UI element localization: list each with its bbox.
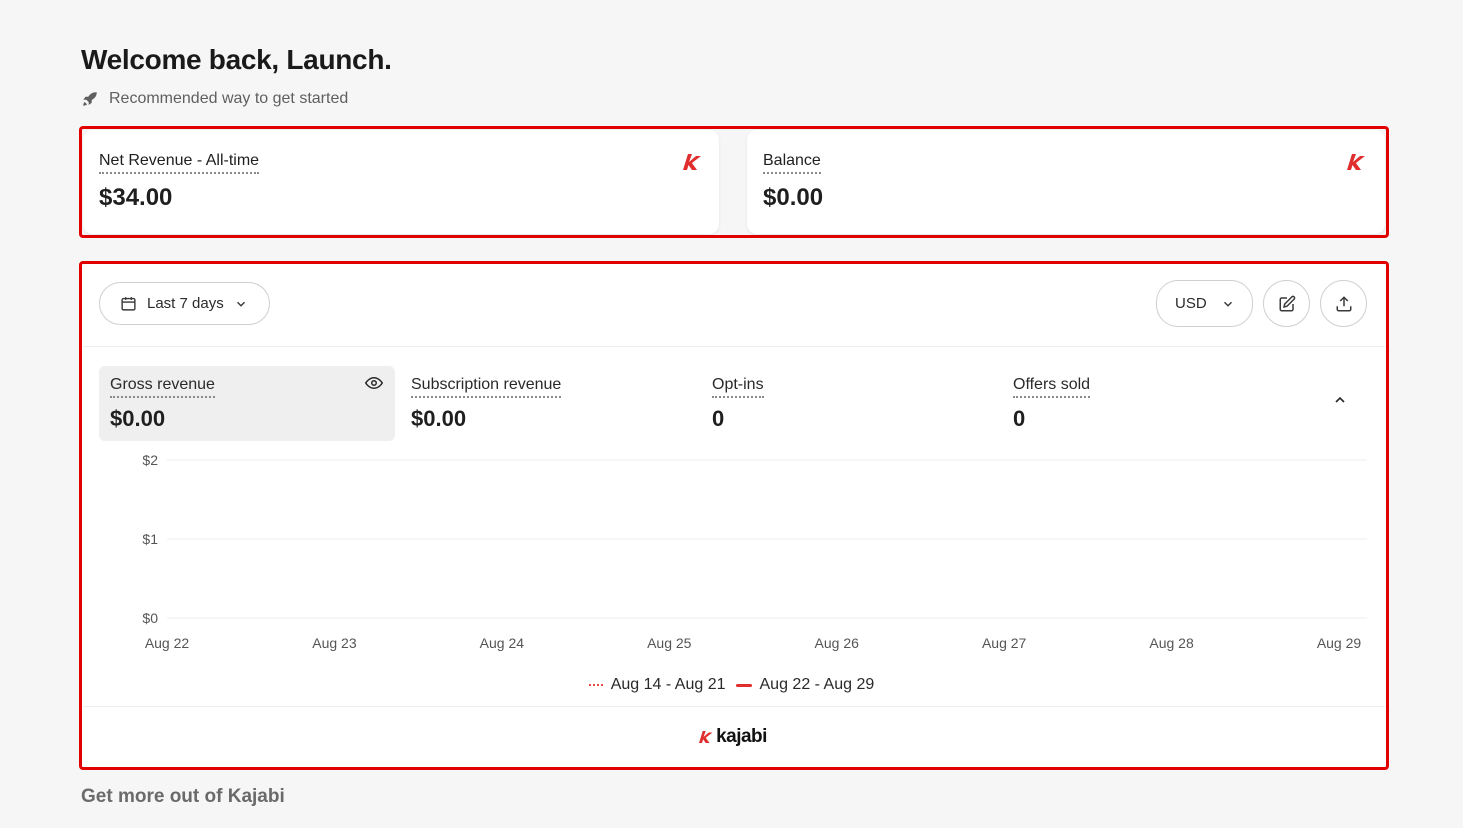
y-tick-label: $2 [142, 455, 158, 468]
kajabi-wordmark: kajabi [716, 726, 767, 747]
legend-label: Aug 14 - Aug 21 [610, 676, 726, 693]
legend-swatch-dotted [588, 684, 603, 686]
legend-swatch-solid [735, 683, 752, 687]
kajabi-k-icon [1347, 154, 1365, 170]
legend-label: Aug 22 - Aug 29 [759, 676, 875, 693]
eye-icon[interactable] [365, 374, 383, 392]
recommended-link[interactable]: Recommended way to get started [81, 90, 348, 108]
kajabi-k-icon [699, 731, 713, 743]
date-range-label: Last 7 days [147, 295, 224, 312]
net-revenue-card[interactable]: Net Revenue - All-time $34.00 [83, 130, 719, 234]
metric-value: $0.00 [411, 406, 467, 431]
metric-value: 0 [712, 406, 725, 431]
calendar-icon [121, 297, 136, 311]
metric-label: Subscription revenue [411, 376, 562, 398]
chevron-down-icon [1223, 301, 1232, 307]
currency-label: USD [1175, 295, 1207, 312]
x-tick-label: Aug 27 [982, 635, 1027, 651]
metric-label: Opt-ins [712, 376, 764, 398]
divider [83, 706, 1385, 707]
x-tick-label: Aug 24 [480, 635, 525, 651]
recommended-text: Recommended way to get started [109, 90, 349, 107]
metric-value: $0.00 [110, 406, 166, 431]
edit-button[interactable] [1263, 280, 1310, 327]
page-title: Welcome back, Launch. [81, 44, 392, 75]
y-tick-label: $0 [142, 610, 158, 626]
upload-icon [1336, 295, 1351, 311]
y-tick-label: $1 [142, 531, 158, 547]
kajabi-logo: kajabi [0, 726, 1463, 748]
net-revenue-label[interactable]: Net Revenue - All-time [99, 152, 260, 174]
x-tick-label: Aug 25 [647, 635, 692, 651]
balance-value: $0.00 [763, 184, 824, 211]
legend-item-previous[interactable]: Aug 14 - Aug 21 [588, 676, 726, 694]
rocket-icon [83, 92, 97, 106]
metric-value: 0 [1013, 406, 1026, 431]
metric-offers-sold[interactable]: Offers sold 0 [1002, 366, 1298, 441]
currency-dropdown[interactable]: USD [1156, 280, 1253, 327]
chart-legend: Aug 14 - Aug 21 Aug 22 - Aug 29 [0, 676, 1463, 694]
section-title-get-more: Get more out of Kajabi [81, 786, 285, 807]
gross-revenue-chart: $0 $1 $2 Aug 22 Aug 23 Aug 24 Aug 25 Aug 26 Aug … [142, 455, 1367, 651]
x-tick-label: Aug 22 [145, 635, 190, 651]
balance-label[interactable]: Balance [763, 152, 821, 174]
divider [83, 346, 1385, 347]
kajabi-k-icon [683, 154, 701, 170]
metric-subscription-revenue[interactable]: Subscription revenue $0.00 [400, 366, 696, 441]
legend-item-current[interactable]: Aug 22 - Aug 29 [735, 676, 875, 694]
metric-opt-ins[interactable]: Opt-ins 0 [701, 366, 997, 441]
edit-icon [1279, 295, 1295, 311]
date-range-dropdown[interactable]: Last 7 days [99, 282, 270, 325]
net-revenue-value: $34.00 [99, 184, 173, 211]
balance-card[interactable]: Balance $0.00 [747, 130, 1385, 234]
x-tick-label: Aug 28 [1149, 635, 1194, 651]
x-tick-label: Aug 26 [815, 635, 860, 651]
metric-gross-revenue[interactable]: Gross revenue $0.00 [99, 366, 395, 441]
metric-label: Gross revenue [110, 376, 215, 398]
export-button[interactable] [1320, 280, 1367, 327]
chevron-down-icon [236, 301, 245, 307]
metric-label: Offers sold [1013, 376, 1091, 398]
x-tick-label: Aug 23 [312, 635, 357, 651]
dashboard-page: Welcome back, Launch. Recommended way to… [0, 0, 1463, 828]
x-tick-label: Aug 29 [1317, 635, 1362, 651]
chevron-up-icon[interactable] [1332, 392, 1348, 408]
